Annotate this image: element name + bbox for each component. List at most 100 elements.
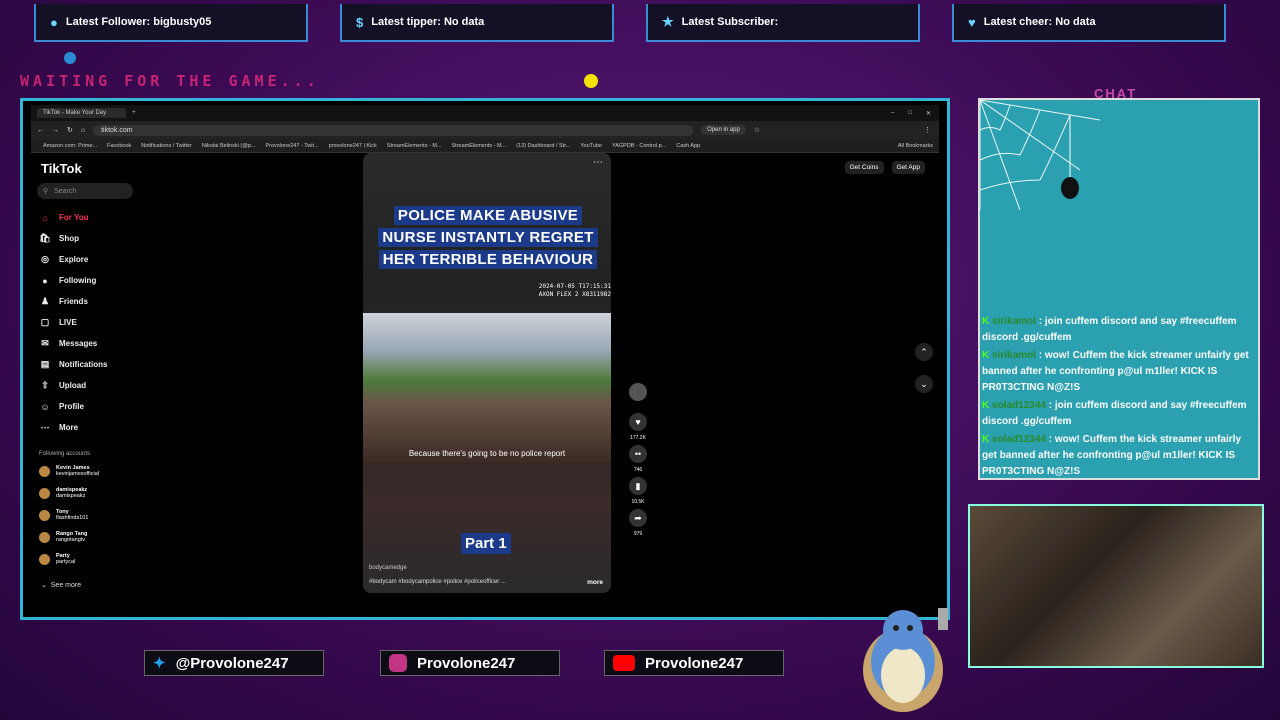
search-input[interactable]: ⚲ Search: [37, 183, 133, 199]
screen-capture-frame: TikTok - Make Your Day + – □ ✕ ← → ↻ ⌂ tik…: [20, 98, 950, 620]
kick-icon: K: [982, 316, 990, 327]
new-tab-icon[interactable]: +: [132, 110, 136, 116]
alert-text: Latest Subscriber:: [681, 16, 779, 28]
close-icon[interactable]: ✕: [926, 110, 931, 117]
get-coins-button[interactable]: Get Coins: [844, 161, 884, 174]
messages-icon: ✉: [41, 338, 49, 348]
url-field[interactable]: tiktok.com: [93, 124, 694, 136]
forward-icon[interactable]: →: [52, 127, 59, 134]
nav-shop[interactable]: 🛍 Shop: [39, 228, 149, 249]
comment-icon[interactable]: ••: [629, 445, 647, 463]
video-scene: [363, 313, 611, 463]
nav-upload[interactable]: ⇧ Upload: [39, 375, 149, 396]
latest-subscriber-alert: ★ Latest Subscriber:: [646, 4, 920, 42]
creator-avatar[interactable]: [629, 383, 647, 401]
sidebar-nav: ⌂ For You 🛍 Shop ◎ Explore ● Following ♟ Frie…: [39, 207, 149, 438]
dollar-icon: $: [356, 14, 364, 30]
nav-more[interactable]: ⋯ More: [39, 417, 149, 438]
share-icon[interactable]: ➦: [629, 509, 647, 527]
video-more-link[interactable]: more: [587, 579, 603, 586]
social-handle: @Provolone247: [175, 654, 289, 672]
bookmark-item[interactable]: Amazon.com: Prime...: [43, 143, 97, 149]
chat-messages: K sirikamol : join cuffem discord and sa…: [980, 314, 1258, 482]
video-menu-icon[interactable]: ⋯: [593, 157, 603, 168]
nav-friends[interactable]: ♟ Friends: [39, 291, 149, 312]
video-player[interactable]: ⋯ POLICE MAKE ABUSIVE NURSE INSTANTLY RE…: [363, 153, 611, 593]
chat-message: K sirikamol : wow! Cuffem the kick strea…: [982, 348, 1258, 396]
account-handle: flashfinds101: [56, 515, 89, 521]
twitter-social: ✦ @Provolone247: [144, 650, 324, 676]
nav-messages[interactable]: ✉ Messages: [39, 333, 149, 354]
top-right-actions: Get Coins Get App: [844, 161, 925, 174]
followed-account[interactable]: Rango Tang rangotangtv: [39, 531, 149, 543]
nav-live[interactable]: ▢ LIVE: [39, 312, 149, 333]
followed-account[interactable]: Tony flashfinds101: [39, 509, 149, 521]
upload-icon: ⇧: [41, 380, 49, 390]
avatar-icon: ●: [42, 275, 48, 286]
nav-label: Upload: [59, 381, 87, 390]
instagram-social: Provolone247: [380, 650, 560, 676]
menu-dots-icon[interactable]: ⋮: [924, 126, 939, 134]
all-bookmarks[interactable]: All Bookmarks: [898, 143, 939, 149]
chevron-up-icon[interactable]: ⌃: [915, 343, 933, 361]
chevron-down-icon[interactable]: ⌄: [915, 375, 933, 393]
star-icon: ★: [662, 14, 674, 29]
video-actions: ♥ 177.2K •• 746 ▮ 10.5K ➦ 979: [625, 383, 651, 537]
avatar: [39, 465, 50, 477]
title-line: NURSE INSTANTLY REGRET: [378, 228, 598, 247]
alert-text: Latest Follower: bigbusty05: [65, 16, 212, 28]
timestamp: 2024-07-05 T17:15:31: [538, 283, 611, 290]
address-bar-row: ← → ↻ ⌂ tiktok.com Open in app ☆ ⋮: [31, 121, 939, 139]
chat-label: CHAT: [1094, 86, 1138, 101]
followed-account[interactable]: Party partycal: [39, 553, 149, 565]
browser-tab[interactable]: TikTok - Make Your Day: [37, 108, 127, 118]
bookmark-item[interactable]: provolone247 | Kick: [329, 143, 377, 149]
see-more-link[interactable]: ⌄ See more: [41, 581, 81, 589]
bookmark-item[interactable]: Nikolai Belinski (@p...: [202, 143, 256, 149]
part-label: Part 1: [461, 533, 511, 554]
video-hashtags[interactable]: #bodycam #bodycampolice #police #policeo…: [369, 579, 506, 585]
bookmark-item[interactable]: (13) Dashboard / Str...: [516, 143, 570, 149]
nav-for-you[interactable]: ⌂ For You: [39, 207, 149, 228]
back-icon[interactable]: ←: [37, 127, 44, 134]
instagram-icon: [389, 654, 407, 672]
bookmark-item[interactable]: Facebook: [107, 143, 131, 149]
kick-icon: K: [982, 350, 990, 361]
nav-label: Following: [59, 276, 97, 285]
get-app-button[interactable]: Get App: [891, 161, 925, 174]
bookmark-star-icon[interactable]: ☆: [754, 126, 760, 134]
latest-tipper-alert: $ Latest tipper: No data: [340, 4, 614, 42]
avatar: [39, 553, 50, 565]
maximize-icon[interactable]: □: [908, 110, 912, 117]
nav-label: Notifications: [59, 360, 108, 369]
webcam-feed: [968, 504, 1264, 668]
followed-account[interactable]: Kevin James kevinjamesofficial: [39, 465, 149, 477]
nav-following[interactable]: ● Following: [39, 270, 149, 291]
video-username[interactable]: bodycamedge: [369, 565, 407, 571]
minimize-icon[interactable]: –: [891, 110, 894, 117]
nav-explore[interactable]: ◎ Explore: [39, 249, 149, 270]
tiktok-logo[interactable]: TikTok: [41, 161, 82, 176]
bookmark-item[interactable]: YAGPDB - Control p...: [612, 143, 666, 149]
blue-orb-icon: [64, 52, 76, 64]
open-in-app-button[interactable]: Open in app: [701, 125, 746, 135]
see-more-label: See more: [50, 582, 82, 589]
share-count: 979: [633, 531, 643, 537]
nav-label: Friends: [59, 297, 88, 306]
bodycam-stamp: 2024-07-05 T17:15:31 AXON FLEX 2 X8311982: [539, 283, 611, 299]
nav-profile[interactable]: ☺ Profile: [39, 396, 149, 417]
inbox-icon: ▤: [40, 359, 50, 369]
followed-account[interactable]: damispeakz damispeakz: [39, 487, 149, 499]
home-icon[interactable]: ⌂: [81, 127, 85, 134]
reload-icon[interactable]: ↻: [67, 126, 73, 134]
bookmark-item[interactable]: Notifications / Twitter: [141, 143, 192, 149]
like-icon[interactable]: ♥: [629, 413, 647, 431]
bookmark-item[interactable]: YouTube: [580, 143, 602, 149]
nav-notifications[interactable]: ▤ Notifications: [39, 354, 149, 375]
nav-label: LIVE: [59, 318, 77, 327]
bookmark-item[interactable]: StreamElements - M...: [452, 143, 507, 149]
bookmark-item[interactable]: Provolone247 - Twit...: [265, 143, 318, 149]
bookmark-item[interactable]: StreamElements - M...: [387, 143, 442, 149]
bookmark-item[interactable]: Cash App: [676, 143, 700, 149]
bookmark-icon[interactable]: ▮: [629, 477, 647, 495]
